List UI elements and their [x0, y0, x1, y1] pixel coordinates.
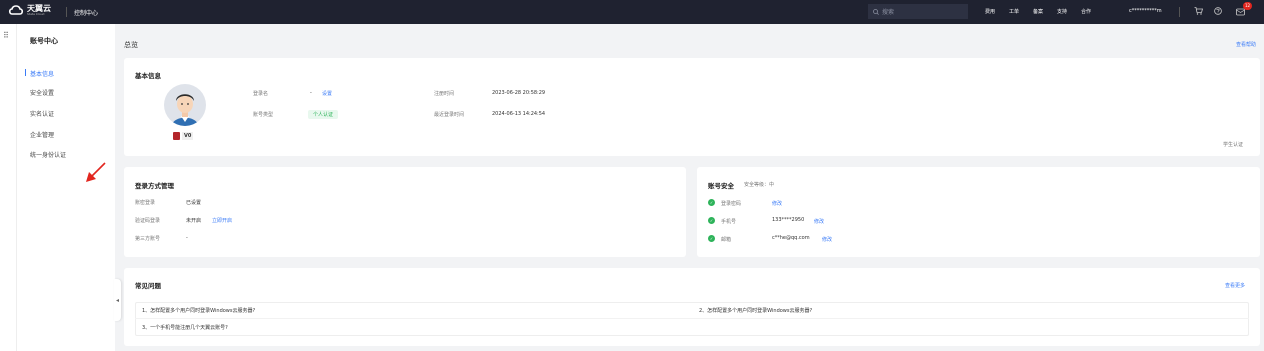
login-method-label: 第三方账号 — [135, 236, 161, 242]
sidebar-item-verification[interactable]: 实名认证 — [30, 109, 54, 118]
help-icon[interactable] — [1214, 7, 1222, 15]
vip-level: V0 — [182, 132, 194, 140]
set-login-name-link[interactable]: 设置 — [322, 90, 332, 97]
divider — [1179, 7, 1180, 17]
avatar — [164, 84, 206, 126]
sidebar-item-security[interactable]: 安全设置 — [30, 88, 54, 97]
red-arrow-annotation — [86, 162, 106, 182]
last-login-label: 最近登录时间 — [434, 112, 465, 118]
faq-item[interactable]: 1、怎样配置多个用户同时登录Windows云服务器? — [142, 307, 255, 314]
search-input[interactable]: 搜索 — [868, 4, 968, 19]
view-help-link[interactable]: 查看帮助 — [1236, 41, 1256, 48]
grid-menu-icon[interactable]: ⠿ — [3, 31, 9, 40]
faq-item[interactable]: 2、怎样配置多个用户同时登录Windows云服务器? — [699, 307, 812, 314]
faq-title: 常见问题 — [135, 282, 161, 290]
modify-email-link[interactable]: 修改 — [822, 236, 832, 243]
sidebar-item-enterprise[interactable]: 企业管理 — [30, 130, 54, 139]
login-name-label: 登录名 — [253, 91, 269, 97]
basic-info-card — [124, 58, 1260, 156]
nav-filing[interactable]: 备案 — [1033, 8, 1043, 15]
login-methods-title: 登录方式管理 — [135, 182, 174, 190]
security-item-label: 登录密码 — [721, 201, 742, 207]
view-more-link[interactable]: 查看更多 — [1225, 282, 1245, 289]
nav-label: 工单 — [1009, 9, 1020, 15]
nav-label: 备案 — [1033, 9, 1044, 15]
divider — [66, 7, 67, 17]
student-verification-link[interactable]: 学生认证 — [1223, 141, 1243, 148]
modify-phone-link[interactable]: 修改 — [814, 218, 824, 225]
nav-label: 支持 — [1057, 9, 1068, 15]
avatar-illustration — [172, 94, 198, 126]
nav-fee[interactable]: 费用 — [985, 8, 995, 15]
top-bar: 天翼云 State Cloud 控制中心 搜索 费用 工单 备案 支持 合作 c… — [0, 0, 1264, 24]
cloud-logo-icon — [8, 5, 24, 15]
account-security-title: 账号安全 — [708, 182, 734, 190]
security-level: 安全等级：中 — [744, 182, 775, 188]
last-login-value: 2024-06-13 14:24:54 — [492, 111, 546, 117]
vip-crown-icon — [173, 132, 180, 140]
product-rail: ⠿ — [0, 24, 17, 351]
nav-partner[interactable]: 合作 — [1081, 8, 1091, 15]
faq-list — [135, 302, 1249, 336]
logo-subtitle: State Cloud — [27, 11, 45, 16]
login-method-value: 已设置 — [186, 200, 202, 206]
security-item-label: 邮箱 — [721, 237, 732, 243]
divider — [135, 318, 1249, 319]
login-method-value: - — [186, 235, 188, 241]
sidebar: 账号中心 基本信息 安全设置 实名认证 企业管理 统一身份认证 — [17, 24, 115, 351]
account-type-label: 账号类型 — [253, 112, 274, 118]
user-account[interactable]: c**********m — [1129, 8, 1162, 14]
modify-password-link[interactable]: 修改 — [772, 200, 782, 207]
login-methods-card — [124, 167, 686, 257]
sidebar-item-sso[interactable]: 统一身份认证 — [30, 150, 66, 159]
collapse-sidebar-button[interactable]: ◂ — [114, 279, 121, 321]
register-time-label: 注册时间 — [434, 91, 455, 97]
search-placeholder: 搜索 — [882, 9, 895, 16]
cart-icon[interactable] — [1194, 7, 1203, 15]
brand-logo[interactable]: 天翼云 State Cloud — [8, 4, 51, 16]
phone-value: 133****2950 — [772, 217, 805, 223]
check-icon: ✓ — [708, 217, 715, 224]
active-indicator — [25, 69, 26, 76]
nav-ticket[interactable]: 工单 — [1009, 8, 1019, 15]
register-time-value: 2023-06-28 20:58:29 — [492, 90, 546, 96]
enable-sms-login-link[interactable]: 立即开启 — [212, 217, 232, 224]
login-method-label: 验证码登录 — [135, 218, 161, 224]
nav-support[interactable]: 支持 — [1057, 8, 1067, 15]
nav-label: 合作 — [1081, 9, 1092, 15]
check-icon: ✓ — [708, 235, 715, 242]
account-type-tag: 个人认证 — [308, 110, 339, 119]
notification-badge: 12 — [1243, 2, 1252, 10]
search-icon — [873, 8, 879, 15]
login-name-value: - — [310, 90, 312, 96]
security-item-label: 手机号 — [721, 219, 737, 225]
faq-item[interactable]: 3、一个手机号能注册几个天翼云账号? — [142, 324, 228, 331]
sidebar-item-basic-info[interactable]: 基本信息 — [30, 69, 54, 78]
login-method-value: 未开启 — [186, 218, 202, 224]
page-title: 总览 — [124, 41, 138, 49]
check-icon: ✓ — [708, 199, 715, 206]
account-security-card — [697, 167, 1260, 257]
sidebar-title: 账号中心 — [30, 37, 58, 45]
vip-badge: V0 — [173, 131, 197, 141]
basic-info-title: 基本信息 — [135, 72, 161, 80]
login-method-label: 账密登录 — [135, 200, 156, 206]
nav-label: 费用 — [985, 9, 996, 15]
console-link[interactable]: 控制中心 — [74, 8, 98, 17]
email-value: c**he@qq.com — [772, 235, 810, 241]
